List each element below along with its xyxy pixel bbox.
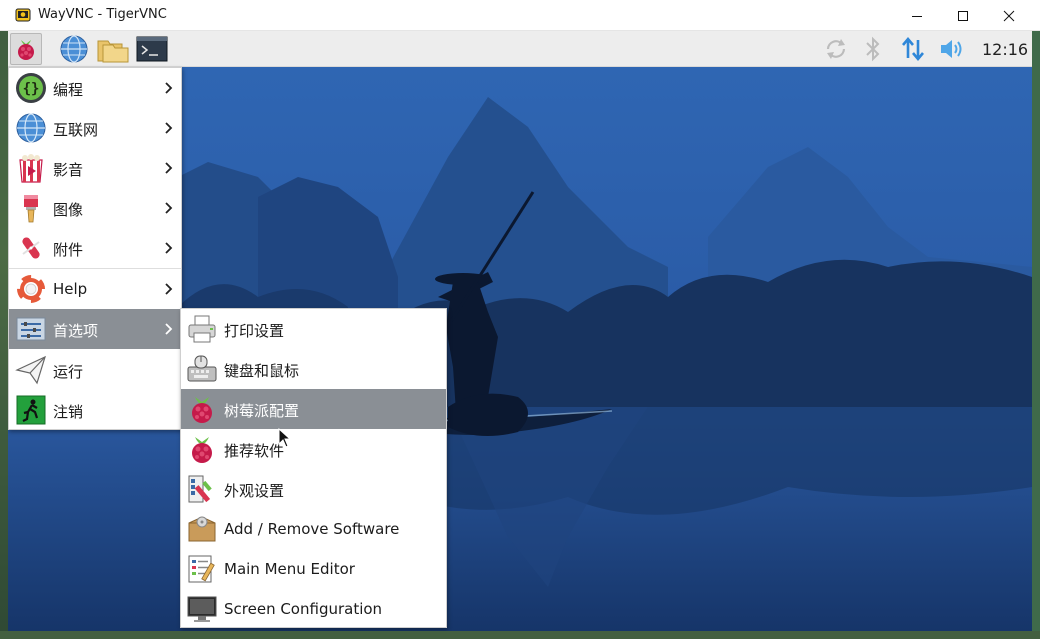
chevron-right-icon [165, 202, 173, 214]
submenu-item-print-settings[interactable]: 打印设置 [181, 309, 446, 349]
menu-item-label: 图像 [53, 201, 84, 219]
submenu-item-label: 树莓派配置 [224, 402, 300, 420]
appearance-icon [188, 475, 212, 503]
keyboard-mouse-icon [187, 355, 217, 382]
preferences-icon [16, 317, 46, 341]
submenu-item-label: 打印设置 [224, 322, 285, 340]
top-panel: 12:16 [8, 31, 1032, 67]
network-tray-button[interactable] [899, 35, 927, 63]
bluetooth-tray-button[interactable] [859, 35, 887, 63]
volume-tray-button[interactable] [938, 35, 966, 63]
minimize-icon [912, 15, 922, 17]
applications-menu-button[interactable] [10, 33, 42, 65]
terminal-launcher[interactable] [136, 33, 168, 65]
host-desktop-edge [1032, 31, 1040, 639]
menu-item-graphics[interactable]: 图像 [9, 188, 181, 228]
maximize-icon [958, 10, 968, 21]
submenu-item-label: Main Menu Editor [224, 560, 355, 578]
menu-item-internet[interactable]: 互联网 [9, 108, 181, 148]
network-icon [902, 36, 924, 62]
maximize-button[interactable] [940, 0, 986, 31]
accessories-icon [22, 237, 40, 259]
submenu-item-appearance[interactable]: 外观设置 [181, 469, 446, 509]
submenu-item-label: Add / Remove Software [224, 520, 400, 538]
chevron-right-icon [165, 283, 173, 295]
recommended-software-icon [192, 437, 212, 463]
menu-item-label: 编程 [53, 81, 84, 99]
sound-video-icon [19, 154, 43, 183]
menu-item-logout[interactable]: 注销 [9, 390, 181, 430]
menu-item-label: 互联网 [53, 121, 99, 139]
submenu-item-raspberry-config[interactable]: 树莓派配置 [181, 389, 446, 429]
submenu-item-label: 推荐软件 [224, 442, 285, 460]
bluetooth-icon [866, 36, 880, 62]
window-title: WayVNC - TigerVNC [38, 7, 167, 22]
close-icon [1003, 10, 1015, 21]
applications-menu: {} 编程 互联网 影音 图像 附件 Help 首选项 运行 注销 [8, 67, 182, 430]
host-desktop-edge [0, 631, 1040, 639]
raspberry-config-icon [192, 397, 212, 423]
menu-item-label: 附件 [53, 241, 84, 259]
run-icon [15, 355, 46, 385]
menu-item-label: 运行 [53, 363, 84, 381]
chevron-right-icon [165, 122, 173, 134]
printer-icon [188, 315, 216, 343]
menu-item-help[interactable]: Help [9, 269, 181, 309]
window-titlebar[interactable]: WayVNC - TigerVNC [0, 0, 1040, 31]
programming-icon: {} [16, 73, 46, 103]
submenu-item-label: 键盘和鼠标 [224, 362, 300, 380]
preferences-submenu: 打印设置 键盘和鼠标 树莓派配置 推荐软件 外观设置 Add / Remove … [180, 308, 447, 628]
sync-icon [826, 39, 846, 59]
menu-item-sound-video[interactable]: 影音 [9, 148, 181, 188]
menu-item-label: 首选项 [53, 322, 99, 340]
volume-icon [941, 40, 962, 58]
internet-icon [16, 113, 46, 143]
raspberry-menu-icon [18, 40, 34, 60]
menu-item-label: 注销 [53, 403, 84, 421]
minimize-button[interactable] [894, 0, 940, 31]
menu-item-programming[interactable]: {} 编程 [9, 68, 181, 108]
menu-item-preferences[interactable]: 首选项 [9, 309, 181, 349]
graphics-icon [24, 195, 38, 223]
submenu-item-add-remove-software[interactable]: Add / Remove Software [181, 509, 446, 549]
submenu-item-label: 外观设置 [224, 482, 285, 500]
monitor-icon [187, 596, 217, 622]
submenu-item-screen-configuration[interactable]: Screen Configuration [181, 589, 446, 629]
package-icon [188, 516, 216, 542]
menu-item-label: 影音 [53, 161, 84, 179]
chevron-right-icon [165, 242, 173, 254]
tigervnc-app-icon [15, 8, 31, 22]
file-manager-icon [97, 40, 129, 63]
file-manager-launcher[interactable] [97, 33, 129, 65]
panel-clock[interactable]: 12:16 [982, 40, 1028, 59]
vnc-viewer-window: WayVNC - TigerVNC 12:16 {} 编程 互联网 影音 图像 … [0, 0, 1040, 639]
menu-editor-icon [188, 555, 215, 583]
close-button[interactable] [986, 0, 1032, 31]
mouse-pointer-icon [278, 428, 292, 448]
help-icon [15, 273, 47, 305]
svg-text:{}: {} [23, 81, 40, 97]
chevron-right-icon [165, 323, 173, 335]
web-browser-launcher[interactable] [58, 33, 90, 65]
submenu-item-label: Screen Configuration [224, 600, 383, 618]
logout-icon [16, 395, 46, 425]
submenu-item-recommended-software[interactable]: 推荐软件 [181, 429, 446, 469]
terminal-icon [136, 36, 168, 62]
chevron-right-icon [165, 162, 173, 174]
submenu-item-keyboard-mouse[interactable]: 键盘和鼠标 [181, 349, 446, 389]
menu-item-accessories[interactable]: 附件 [9, 228, 181, 268]
submenu-item-main-menu-editor[interactable]: Main Menu Editor [181, 549, 446, 589]
chevron-right-icon [165, 82, 173, 94]
remote-desktop[interactable]: 12:16 {} 编程 互联网 影音 图像 附件 Help 首选项 运行 注销 … [8, 31, 1032, 631]
web-browser-icon [60, 35, 88, 63]
menu-item-run[interactable]: 运行 [9, 350, 181, 390]
menu-item-label: Help [53, 280, 88, 298]
sync-tray-button[interactable] [822, 35, 850, 63]
